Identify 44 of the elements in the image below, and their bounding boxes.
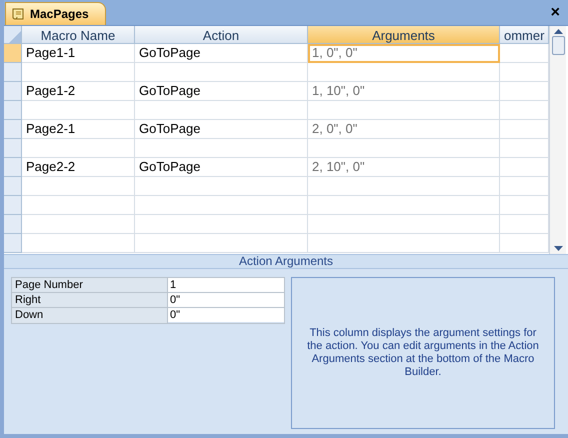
argument-field[interactable]: 0"	[168, 293, 284, 307]
table-cell: 2, 10", 0"	[308, 158, 500, 177]
table-cell: GoToPage	[135, 158, 308, 177]
row-selector[interactable]	[4, 120, 22, 139]
argument-label: Page Number	[12, 278, 168, 292]
row-selector[interactable]	[4, 196, 22, 215]
table-cell: 2, 0", 0"	[308, 120, 500, 139]
section-header: Action Arguments	[4, 254, 568, 269]
table-cell: GoToPage	[135, 82, 308, 101]
scroll-icon	[10, 7, 26, 21]
table-cell: Page1-2	[22, 82, 135, 101]
scroll-thumb[interactable]	[552, 36, 564, 55]
row-selector[interactable]	[4, 44, 22, 63]
row-selector[interactable]	[4, 177, 22, 196]
scrollbar[interactable]	[549, 26, 566, 254]
row-selector[interactable]	[4, 158, 22, 177]
argument-field[interactable]: 1	[168, 278, 284, 292]
column-header[interactable]: Macro Name	[22, 26, 135, 44]
row-selector[interactable]	[4, 139, 22, 158]
column-header[interactable]: Arguments	[308, 26, 500, 44]
row-selector[interactable]	[4, 82, 22, 101]
table-cell: 1, 0", 0"	[308, 44, 500, 63]
triangle-icon	[9, 31, 21, 43]
row-selector[interactable]	[4, 63, 22, 82]
table-cell: GoToPage	[135, 44, 308, 63]
help-text: This column displays the argument settings for the action. You can edit arguments in the Action Arguments section at the bottom of the Macro Builder.	[306, 327, 540, 379]
table-cell: 1, 10", 0"	[308, 82, 500, 101]
table-cell: GoToPage	[135, 120, 308, 139]
row-selector[interactable]	[4, 234, 22, 253]
up-arrow-icon	[554, 29, 562, 34]
down-arrow-icon	[554, 246, 562, 251]
argument-label: Down	[12, 308, 168, 323]
argument-label: Right	[12, 293, 168, 307]
select-all-corner[interactable]	[4, 26, 22, 44]
table-cell: Page2-1	[22, 120, 135, 139]
table-cell: Page1-1	[22, 44, 135, 63]
document-tab[interactable]: MacPages	[5, 2, 106, 25]
column-header[interactable]: ommer	[500, 26, 549, 44]
row-selector[interactable]	[4, 101, 22, 120]
column-header[interactable]: Action	[135, 26, 308, 44]
close-button[interactable]: ×	[550, 5, 560, 21]
table-cell: Page2-2	[22, 158, 135, 177]
argument-field[interactable]: 0"	[168, 308, 284, 322]
row-selector[interactable]	[4, 215, 22, 234]
